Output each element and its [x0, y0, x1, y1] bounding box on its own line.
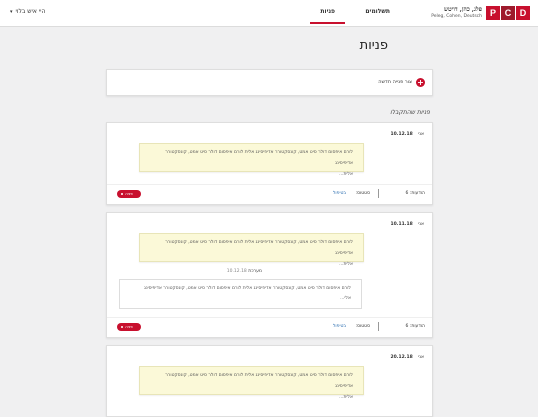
section-label: פניות שהתקבלו — [390, 109, 430, 116]
plus-icon[interactable]: + — [416, 78, 425, 87]
chevron-down-icon: ▾ — [10, 8, 13, 15]
reply-author: מערכת — [248, 269, 262, 274]
messages-count: הודעות: 6 — [405, 324, 425, 329]
reply-box: לורם איפסום דולר סיט אמט, קונסקטורר אדיפ… — [119, 279, 362, 309]
top-header: פלג, כהן, דויטש Peleg, Cohen, Deutsch P … — [0, 0, 538, 27]
new-request-label[interactable]: צור פנייה חדשה — [378, 79, 412, 85]
message-line: אלית... — [339, 172, 353, 177]
tab-requests[interactable]: פניות — [310, 8, 345, 24]
card-author: אני — [418, 132, 424, 137]
status-value[interactable]: בטיפול — [333, 324, 346, 329]
logo-hebrew: פלג, כהן, דויטש — [443, 6, 482, 13]
request-card[interactable]: אני 20.12.18 לורם איפסום דולר סיט אמט, ק… — [106, 345, 433, 417]
card-meta: אני 20.12.18 — [391, 355, 424, 360]
request-card[interactable]: אני 10.11.18 לורם איפסום דולר סיט אמט, ק… — [106, 212, 433, 338]
user-menu[interactable]: היי איש בלוי ▾ — [10, 8, 45, 15]
message-line: לורם איפסום דולר סיט אמט, קונסקטורר אדיפ… — [165, 240, 353, 256]
card-footer: הודעות: 6 סטטוס: בטיפול פניה — [107, 184, 432, 205]
card-author: אני — [418, 222, 424, 227]
logo-text: פלג, כהן, דויטש Peleg, Cohen, Deutsch — [431, 6, 482, 20]
status-value[interactable]: בטיפול — [333, 191, 346, 196]
page-title: פניות — [359, 38, 388, 53]
card-date: 10.12.18 — [390, 132, 413, 137]
status-label: סטטוס: — [355, 191, 370, 196]
messages-count: הודעות: 6 — [405, 191, 425, 196]
reply-meta: מערכת 10.12.18 — [223, 269, 262, 274]
card-meta: אני 10.11.18 — [391, 222, 424, 227]
dot-icon — [121, 193, 123, 195]
card-footer: הודעות: 6 סטטוס: בטיפול פניה — [107, 317, 432, 338]
message-bubble: לורם איפסום דולר סיט אמט, קונסקטורר אדיפ… — [139, 143, 364, 177]
status-chip[interactable]: פניה — [117, 323, 141, 331]
chip-label: פניה — [125, 191, 133, 196]
message-line: אלית... — [339, 395, 353, 400]
chip-label: פניה — [125, 324, 133, 329]
logo-letter-d: D — [516, 6, 530, 20]
reply-line: לורם איפסום דולר סיט אמט, קונסקטורר אדיפ… — [143, 286, 351, 291]
status-chip[interactable]: פניה — [117, 190, 141, 198]
request-card[interactable]: אני 10.12.18 לורם איפסום דולר סיט אמט, ק… — [106, 122, 433, 205]
logo-letter-p: P — [486, 6, 500, 20]
card-meta: אני 10.12.18 — [391, 132, 424, 137]
message-line: לורם איפסום דולר סיט אמט, קונסקטורר אדיפ… — [165, 373, 353, 389]
reply-line: אלי... — [340, 296, 351, 301]
card-author: אני — [418, 355, 424, 360]
new-request-card[interactable]: + צור פנייה חדשה — [106, 69, 433, 96]
dot-icon — [121, 326, 123, 328]
message-bubble: לורם איפסום דולר סיט אמט, קונסקטורר אדיפ… — [139, 366, 364, 400]
footer-divider — [378, 322, 379, 331]
card-date: 10.11.18 — [390, 222, 413, 227]
tab-payments[interactable]: תשלומים — [365, 8, 390, 15]
logo-letters: P C D — [486, 6, 530, 20]
user-greeting: היי איש בלוי — [15, 8, 46, 15]
reply-date: 10.12.18 — [226, 269, 247, 274]
logo-letter-c: C — [501, 6, 515, 20]
footer-divider — [378, 189, 379, 198]
status-label: סטטוס: — [355, 324, 370, 329]
message-bubble: לורם איפסום דולר סיט אמט, קונסקטורר אדיפ… — [139, 233, 364, 267]
card-date: 20.12.18 — [390, 355, 413, 360]
logo-english: Peleg, Cohen, Deutsch — [431, 14, 482, 19]
message-line: לורם איפסום דולר סיט אמט, קונסקטורר אדיפ… — [165, 150, 353, 166]
brand-logo[interactable]: פלג, כהן, דויטש Peleg, Cohen, Deutsch P … — [431, 5, 530, 21]
